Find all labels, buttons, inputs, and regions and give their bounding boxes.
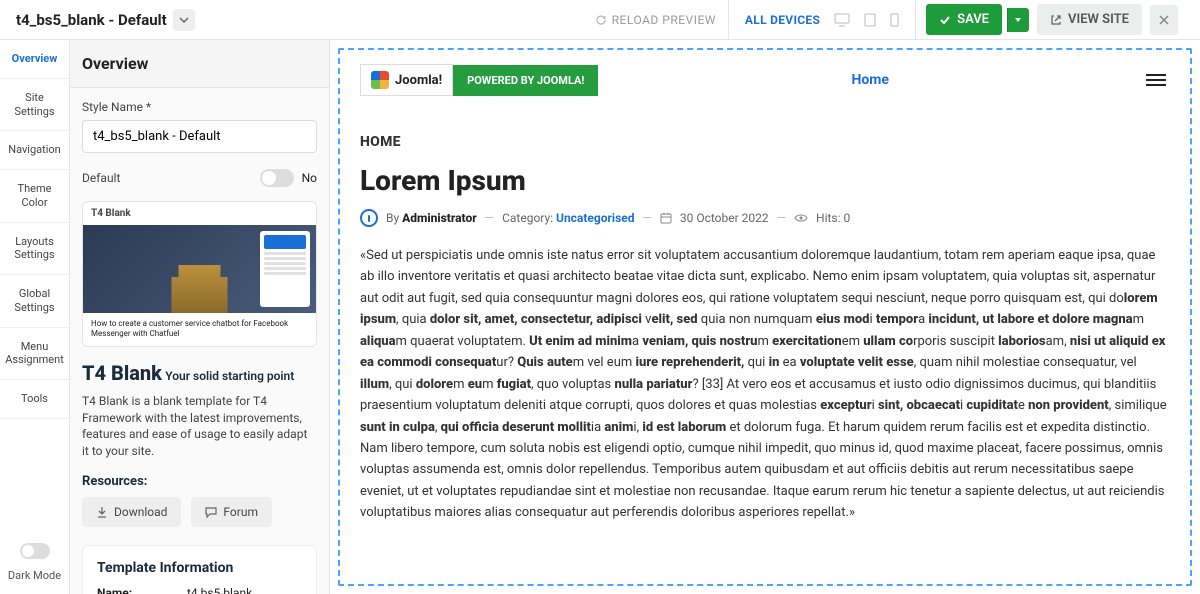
template-name: T4 Blank	[82, 361, 162, 385]
all-devices-tab[interactable]: ALL DEVICES	[745, 13, 820, 27]
article-body: «Sed ut perspiciatis unde omnis iste nat…	[360, 245, 1170, 524]
caret-down-icon	[1014, 16, 1022, 24]
sidenav-overview[interactable]: Overview	[0, 40, 69, 79]
powered-by-label: POWERED BY JOOMLA!	[453, 65, 598, 96]
view-site-label: VIEW SITE	[1068, 12, 1129, 27]
info-name-key: Name:	[97, 586, 187, 594]
resources-heading: Resources:	[82, 474, 317, 489]
forum-button[interactable]: Forum	[191, 497, 272, 527]
close-button[interactable]	[1150, 5, 1178, 35]
reload-icon	[595, 14, 607, 26]
download-icon	[96, 506, 108, 518]
thumb-title: T4 Blank	[91, 208, 131, 219]
joomla-logo-icon	[371, 71, 389, 89]
hits-count: Hits: 0	[816, 211, 850, 225]
save-dropdown[interactable]	[1007, 8, 1029, 32]
download-label: Download	[114, 505, 167, 519]
reload-label: RELOAD PREVIEW	[612, 13, 716, 27]
tablet-icon[interactable]	[864, 13, 876, 27]
style-name-input[interactable]	[82, 120, 317, 153]
info-name-value: t4 bs5 blank	[187, 586, 252, 594]
check-icon	[939, 14, 951, 26]
template-info-heading: Template Information	[97, 560, 302, 576]
thumb-caption: How to create a customer service chatbot…	[83, 313, 316, 346]
sidenav-theme-color[interactable]: Theme Color	[0, 170, 69, 223]
page-title: t4_bs5_blank - Default	[12, 11, 167, 29]
view-site-button[interactable]: VIEW SITE	[1037, 4, 1142, 35]
sidenav-site-settings[interactable]: Site Settings	[0, 79, 69, 132]
dark-mode-toggle[interactable]	[20, 543, 50, 559]
category-link[interactable]: Uncategorised	[556, 211, 634, 225]
joomla-badge[interactable]: Joomla! POWERED BY JOOMLA!	[360, 64, 598, 96]
eye-icon	[794, 213, 808, 223]
hamburger-menu[interactable]	[1142, 70, 1170, 90]
close-icon	[1159, 15, 1169, 25]
default-toggle[interactable]	[260, 169, 294, 187]
external-link-icon	[1050, 14, 1062, 26]
chevron-down-icon	[179, 15, 189, 25]
save-button[interactable]: SAVE	[926, 4, 1002, 35]
calendar-icon	[660, 212, 672, 224]
forum-label: Forum	[223, 505, 258, 519]
publish-date: 30 October 2022	[680, 211, 769, 225]
desktop-icon[interactable]	[834, 13, 850, 27]
breadcrumb: HOME	[360, 134, 1170, 150]
template-thumbnail: T4 Blank How to create a customer servic…	[82, 201, 317, 347]
article-meta: By Administrator — Category: Uncategoris…	[360, 209, 1170, 227]
sidenav-navigation[interactable]: Navigation	[0, 131, 69, 170]
sidenav-layouts-settings[interactable]: Layouts Settings	[0, 223, 69, 276]
default-value: No	[302, 171, 317, 185]
save-label: SAVE	[957, 12, 989, 27]
joomla-logo-text: Joomla!	[395, 73, 442, 88]
author-icon	[360, 209, 378, 227]
style-name-label: Style Name *	[82, 100, 317, 114]
nav-home-link[interactable]: Home	[851, 72, 888, 88]
template-tagline: Your solid starting point	[165, 369, 294, 383]
mobile-icon[interactable]	[890, 13, 899, 27]
reload-preview-button[interactable]: RELOAD PREVIEW	[583, 13, 728, 27]
panel-heading: Overview	[70, 40, 329, 88]
title-dropdown[interactable]	[173, 9, 195, 31]
download-button[interactable]: Download	[82, 497, 181, 527]
article-title: Lorem Ipsum	[360, 164, 1170, 197]
default-label: Default	[82, 171, 120, 185]
author-name: Administrator	[402, 211, 477, 225]
chat-icon	[205, 506, 217, 518]
dark-mode-label: Dark Mode	[0, 569, 69, 582]
sidenav-tools[interactable]: Tools	[0, 380, 69, 419]
template-description: T4 Blank is a blank template for T4 Fram…	[82, 393, 317, 460]
sidenav-global-settings[interactable]: Global Settings	[0, 275, 69, 328]
sidenav-menu-assignment[interactable]: Menu Assignment	[0, 328, 69, 381]
